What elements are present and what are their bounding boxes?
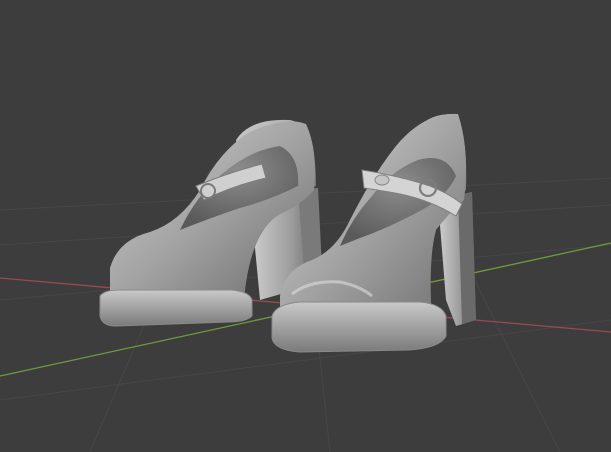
viewport-scene[interactable]: [0, 0, 611, 452]
3d-viewport[interactable]: [0, 0, 611, 452]
